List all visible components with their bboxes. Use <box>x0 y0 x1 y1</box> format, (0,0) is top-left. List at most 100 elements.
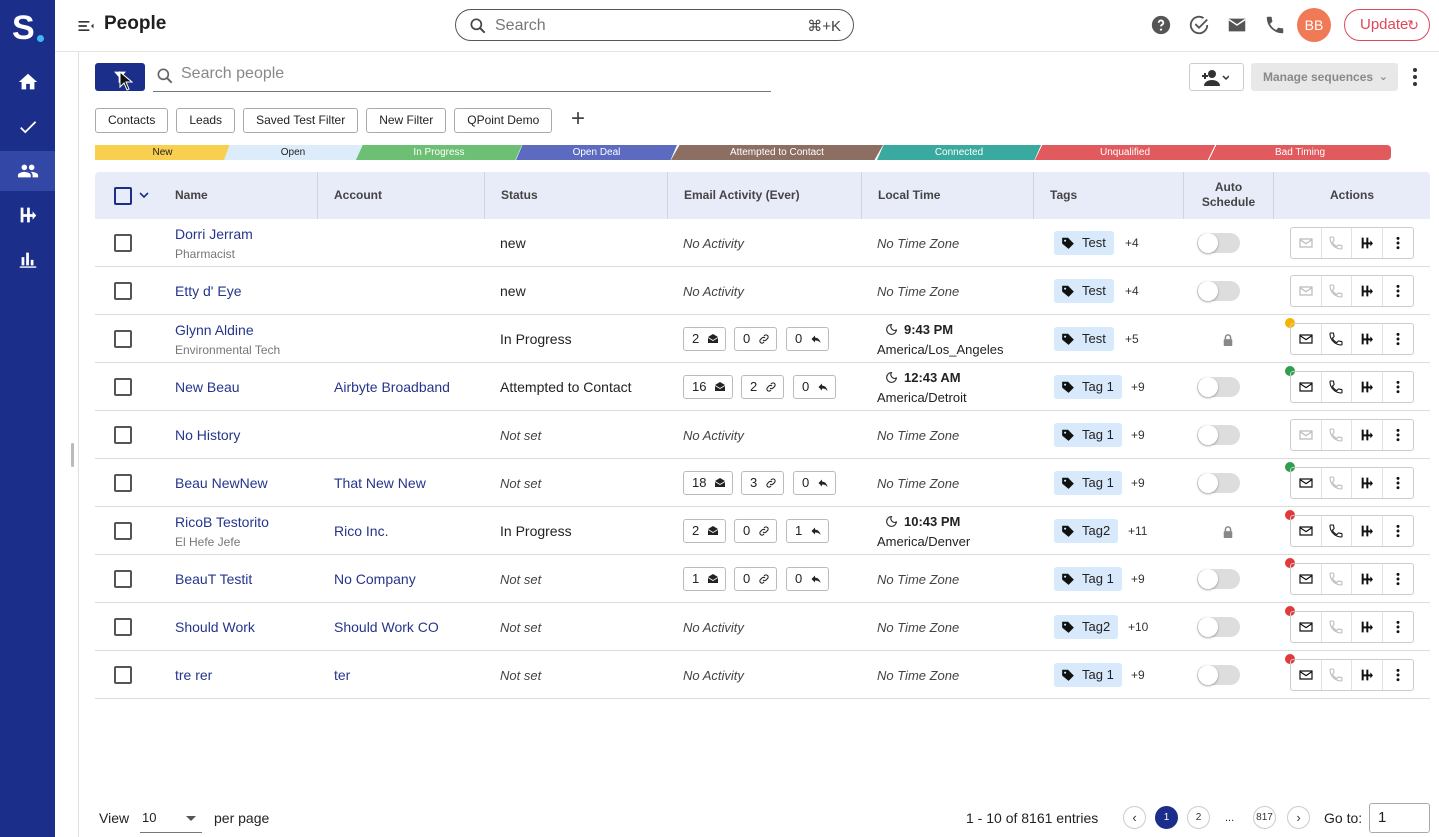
person-name-link[interactable]: Dorri Jerram <box>175 226 253 242</box>
row-checkbox[interactable] <box>114 522 132 540</box>
manage-sequences-button[interactable]: Manage sequences ⌄ <box>1251 63 1398 91</box>
tag-more-count[interactable]: +9 <box>1131 380 1145 394</box>
tag-chip[interactable]: Tag 1 <box>1054 663 1122 687</box>
add-to-sequence-action[interactable] <box>1352 564 1383 594</box>
table-row[interactable]: tre rer ter Not set No Activity No Time Zone… <box>95 651 1430 699</box>
tag-more-count[interactable]: +4 <box>1125 284 1139 298</box>
auto-schedule-toggle[interactable] <box>1197 425 1240 445</box>
add-to-sequence-action[interactable] <box>1352 420 1383 450</box>
next-page-icon[interactable]: › <box>1287 806 1310 829</box>
people-search[interactable] <box>153 62 771 92</box>
task-complete-icon[interactable] <box>1188 14 1210 36</box>
tag-more-count[interactable]: +5 <box>1125 332 1139 346</box>
row-more-action[interactable] <box>1383 420 1413 450</box>
row-more-action[interactable] <box>1383 372 1413 402</box>
click-count[interactable]: 0 <box>734 519 777 543</box>
email-action[interactable] <box>1291 516 1322 546</box>
email-action[interactable] <box>1291 564 1322 594</box>
person-name-link[interactable]: No History <box>175 427 240 443</box>
tag-chip[interactable]: Test <box>1054 327 1114 351</box>
prev-page-icon[interactable]: ‹ <box>1123 806 1146 829</box>
person-name-link[interactable]: BeauT Testit <box>175 571 252 587</box>
reply-count[interactable]: 0 <box>786 327 829 351</box>
sent-count[interactable]: 16 <box>683 375 733 399</box>
reply-count[interactable]: 0 <box>793 471 836 495</box>
tag-chip[interactable]: Test <box>1054 279 1114 303</box>
click-count[interactable]: 2 <box>741 375 784 399</box>
sent-count[interactable]: 2 <box>683 519 726 543</box>
table-row[interactable]: No History Not set No Activity No Time Zone… <box>95 411 1430 459</box>
person-name-link[interactable]: Etty d' Eye <box>175 283 241 299</box>
auto-schedule-toggle[interactable] <box>1197 569 1240 589</box>
person-name-link[interactable]: Beau NewNew <box>175 475 268 491</box>
person-name-link[interactable]: RicoB Testorito <box>175 514 269 530</box>
tag-chip[interactable]: Tag2 <box>1054 615 1119 639</box>
account-link[interactable]: That New New <box>334 475 426 491</box>
page-2-button[interactable]: 2 <box>1187 806 1210 829</box>
menu-collapse-icon[interactable] <box>76 16 96 36</box>
tag-chip[interactable]: Tag 1 <box>1054 471 1122 495</box>
call-action[interactable] <box>1322 276 1352 306</box>
row-checkbox[interactable] <box>114 330 132 348</box>
row-more-action[interactable] <box>1383 468 1413 498</box>
add-to-sequence-action[interactable] <box>1352 372 1383 402</box>
mail-icon[interactable] <box>1226 14 1248 36</box>
person-name-link[interactable]: New Beau <box>175 379 240 395</box>
account-link[interactable]: No Company <box>334 571 416 587</box>
tag-more-count[interactable]: +10 <box>1128 620 1148 634</box>
update-button[interactable]: Update ↻ <box>1344 9 1430 41</box>
tag-chip[interactable]: Tag 1 <box>1054 423 1122 447</box>
table-row[interactable]: Should Work Should Work CO Not set No Activ… <box>95 603 1430 651</box>
col-tags[interactable]: Tags <box>1033 172 1077 219</box>
stage-segment[interactable]: Open <box>224 145 362 160</box>
tag-more-count[interactable]: +11 <box>1128 524 1147 538</box>
row-more-action[interactable] <box>1383 660 1413 690</box>
row-more-action[interactable] <box>1383 324 1413 354</box>
add-filter-icon[interactable]: + <box>568 107 588 131</box>
tag-more-count[interactable]: +9 <box>1131 572 1145 586</box>
add-to-sequence-action[interactable] <box>1352 468 1383 498</box>
people-search-input[interactable] <box>181 65 741 83</box>
reply-count[interactable]: 0 <box>786 567 829 591</box>
account-link[interactable]: Should Work CO <box>334 619 439 635</box>
email-action[interactable] <box>1291 372 1322 402</box>
auto-schedule-toggle[interactable] <box>1197 617 1240 637</box>
row-more-action[interactable] <box>1383 228 1413 258</box>
row-checkbox[interactable] <box>114 282 132 300</box>
stage-segment[interactable]: New <box>95 145 230 160</box>
tag-chip[interactable]: Tag 1 <box>1054 375 1122 399</box>
row-checkbox[interactable] <box>114 474 132 492</box>
chevron-down-icon[interactable] <box>139 190 149 200</box>
add-to-sequence-action[interactable] <box>1352 228 1383 258</box>
stage-segment[interactable]: In Progress <box>356 145 522 160</box>
col-status[interactable]: Status <box>484 172 538 219</box>
row-checkbox[interactable] <box>114 234 132 252</box>
filter-chip[interactable]: Contacts <box>95 108 169 133</box>
email-action[interactable] <box>1291 468 1322 498</box>
call-action[interactable] <box>1322 372 1352 402</box>
call-action[interactable] <box>1322 324 1352 354</box>
person-name-link[interactable]: Should Work <box>175 619 255 635</box>
filter-chip[interactable]: QPoint Demo <box>454 108 553 133</box>
add-person-button[interactable] <box>1189 63 1244 91</box>
last-page-button[interactable]: 817 <box>1253 806 1276 829</box>
sequences-icon[interactable] <box>0 195 55 235</box>
call-action[interactable] <box>1322 228 1352 258</box>
call-action[interactable] <box>1322 612 1352 642</box>
row-checkbox[interactable] <box>114 378 132 396</box>
tag-chip[interactable]: Test <box>1054 231 1114 255</box>
email-action[interactable] <box>1291 612 1322 642</box>
tag-chip[interactable]: Tag 1 <box>1054 567 1122 591</box>
row-more-action[interactable] <box>1383 516 1413 546</box>
click-count[interactable]: 0 <box>734 327 777 351</box>
tag-chip[interactable]: Tag2 <box>1054 519 1119 543</box>
click-count[interactable]: 0 <box>734 567 777 591</box>
row-checkbox[interactable] <box>114 666 132 684</box>
add-to-sequence-action[interactable] <box>1352 276 1383 306</box>
add-to-sequence-action[interactable] <box>1352 516 1383 546</box>
page-1-button[interactable]: 1 <box>1155 806 1178 829</box>
app-logo[interactable]: S <box>12 8 46 48</box>
filter-chip[interactable]: Leads <box>176 108 236 133</box>
user-avatar[interactable]: BB <box>1297 8 1331 42</box>
person-name-link[interactable]: Glynn Aldine <box>175 322 254 338</box>
